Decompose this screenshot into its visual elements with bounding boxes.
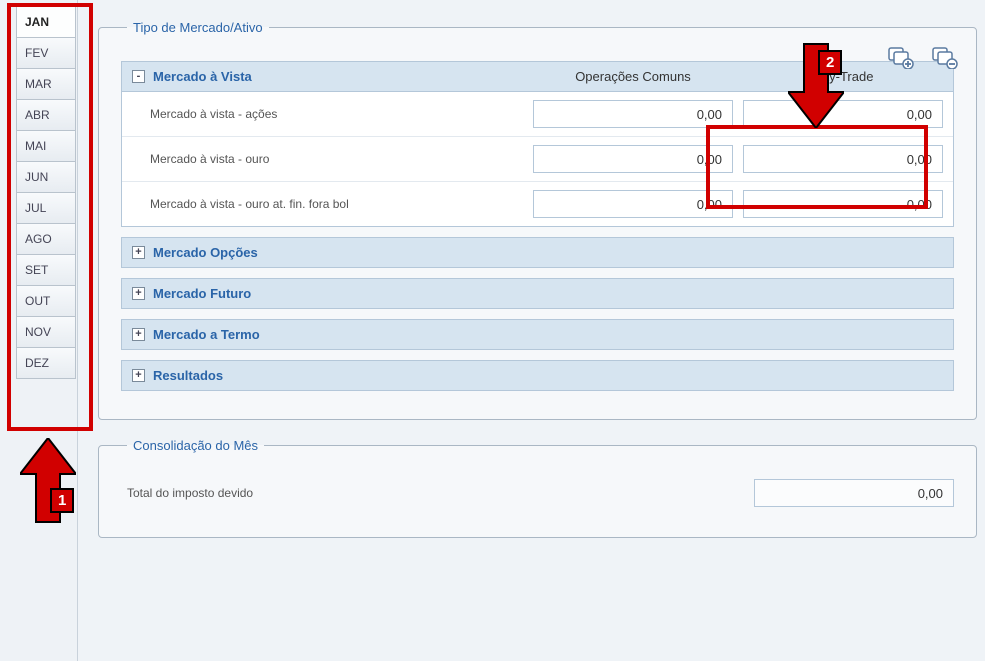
section-header-mercado-opcoes[interactable]: + Mercado Opções (121, 237, 954, 268)
month-tab-set[interactable]: SET (16, 254, 76, 285)
consolidation-fieldset: Consolidação do Mês Total do imposto dev… (98, 438, 977, 538)
market-type-fieldset: Tipo de Mercado/Ativo (98, 20, 977, 420)
section-resultados: + Resultados (121, 360, 954, 391)
section-mercado-termo: + Mercado a Termo (121, 319, 954, 350)
table-row: Mercado à vista - ações (122, 92, 953, 136)
month-tabs: JAN FEV MAR ABR MAI JUN JUL AGO SET OUT … (0, 0, 78, 661)
input-ouro-common[interactable] (533, 145, 733, 173)
table-row: Mercado à vista - ouro at. fin. fora bol (122, 181, 953, 226)
market-type-legend: Tipo de Mercado/Ativo (127, 20, 269, 35)
expand-all-icon[interactable] (888, 47, 914, 72)
input-ouro-fora-daytrade[interactable] (743, 190, 943, 218)
section-header-mercado-termo[interactable]: + Mercado a Termo (121, 319, 954, 350)
section-mercado-opcoes: + Mercado Opções (121, 237, 954, 268)
row-label-acoes: Mercado à vista - ações (132, 107, 523, 121)
section-title: Resultados (153, 368, 223, 383)
month-tab-mai[interactable]: MAI (16, 130, 76, 161)
month-tab-nov[interactable]: NOV (16, 316, 76, 347)
section-header-mercado-futuro[interactable]: + Mercado Futuro (121, 278, 954, 309)
main-panel: Tipo de Mercado/Ativo (78, 0, 985, 661)
input-acoes-daytrade[interactable] (743, 100, 943, 128)
row-label-ouro-fora-bolsa: Mercado à vista - ouro at. fin. fora bol (132, 197, 523, 211)
month-tab-jun[interactable]: JUN (16, 161, 76, 192)
section-mercado-a-vista: - Mercado à Vista Operações Comuns Day-T… (121, 61, 954, 227)
table-row: Total do imposto devido (121, 479, 954, 507)
expand-icon: + (132, 328, 145, 341)
month-tab-mar[interactable]: MAR (16, 68, 76, 99)
month-tab-jul[interactable]: JUL (16, 192, 76, 223)
month-tab-out[interactable]: OUT (16, 285, 76, 316)
month-tab-dez[interactable]: DEZ (16, 347, 76, 379)
section-header-resultados[interactable]: + Resultados (121, 360, 954, 391)
expand-icon: + (132, 369, 145, 382)
section-header-mercado-a-vista[interactable]: - Mercado à Vista Operações Comuns Day-T… (121, 61, 954, 92)
consolidation-label-total: Total do imposto devido (121, 486, 744, 500)
expand-icon: + (132, 287, 145, 300)
input-acoes-common[interactable] (533, 100, 733, 128)
column-header-common: Operações Comuns (533, 69, 733, 84)
section-mercado-futuro: + Mercado Futuro (121, 278, 954, 309)
section-title: Mercado Opções (153, 245, 258, 260)
expand-icon: + (132, 246, 145, 259)
section-title: Mercado a Termo (153, 327, 260, 342)
section-title: Mercado à Vista (153, 69, 252, 84)
consolidation-total-value (754, 479, 954, 507)
month-tab-abr[interactable]: ABR (16, 99, 76, 130)
consolidation-legend: Consolidação do Mês (127, 438, 264, 453)
month-tab-fev[interactable]: FEV (16, 37, 76, 68)
table-row: Mercado à vista - ouro (122, 136, 953, 181)
input-ouro-fora-common[interactable] (533, 190, 733, 218)
collapse-all-icon[interactable] (932, 47, 958, 72)
month-tab-jan[interactable]: JAN (16, 6, 76, 37)
section-title: Mercado Futuro (153, 286, 251, 301)
row-label-ouro: Mercado à vista - ouro (132, 152, 523, 166)
month-tab-ago[interactable]: AGO (16, 223, 76, 254)
input-ouro-daytrade[interactable] (743, 145, 943, 173)
collapse-icon: - (132, 70, 145, 83)
